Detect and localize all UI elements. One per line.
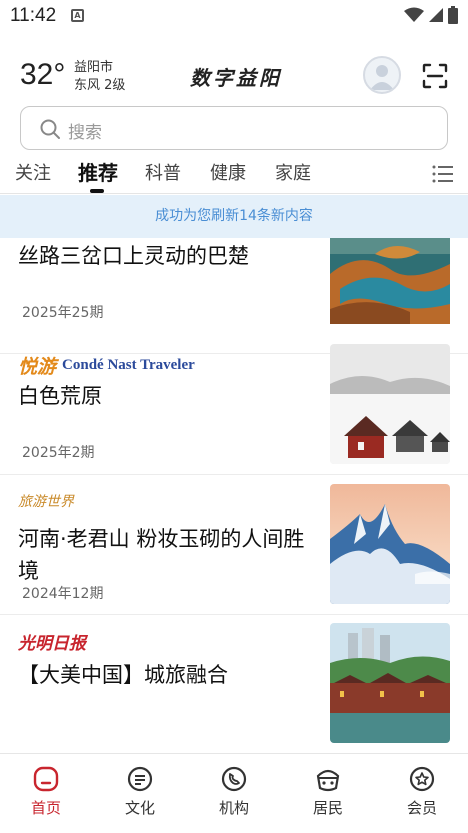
- notification-icon: A: [71, 9, 84, 22]
- system-icons: [404, 6, 458, 24]
- news-thumbnail: [330, 623, 450, 743]
- nav-home-label: 首页: [30, 799, 61, 817]
- status-time: 11:42: [10, 5, 57, 26]
- news-item[interactable]: 光明日报 【大美中国】城旅融合: [0, 615, 468, 753]
- app-logo: 数字益阳: [190, 66, 282, 90]
- news-feed: 丝路三岔口上灵动的巴楚 2025年25期 悦游 Condé Nast Trave…: [0, 238, 468, 753]
- scan-icon[interactable]: [422, 63, 448, 89]
- avatar-placeholder-icon: [370, 65, 394, 90]
- nav-culture-label: 文化: [124, 799, 155, 817]
- nav-member-label: 会员: [406, 799, 437, 817]
- temperature: 32°: [20, 58, 66, 91]
- tab-health[interactable]: 健康: [210, 159, 246, 185]
- news-title: 白色荒原: [18, 384, 102, 408]
- search-icon: [40, 119, 60, 139]
- search-bar[interactable]: 搜索: [20, 106, 448, 150]
- nav-home[interactable]: 首页: [16, 766, 76, 818]
- wind-info: 东风 2级: [74, 78, 126, 93]
- search-placeholder: 搜索: [68, 123, 102, 143]
- news-thumbnail: [330, 238, 450, 334]
- snow-mountain-image: [330, 484, 450, 604]
- signal-icon: [429, 8, 443, 22]
- tab-menu-icon[interactable]: [432, 164, 454, 184]
- bottom-navigation: 首页 文化 机构 居民 会员: [0, 753, 468, 833]
- nav-member[interactable]: 会员: [392, 766, 452, 818]
- news-item[interactable]: 悦游 Condé Nast Traveler 白色荒原 2025年2期: [0, 335, 468, 475]
- news-source-logo: 悦游 Condé Nast Traveler: [18, 352, 195, 379]
- nav-institution-label: 机构: [218, 799, 249, 817]
- news-title: 丝路三岔口上灵动的巴楚: [18, 244, 249, 268]
- snow-cabin-image: [330, 344, 450, 464]
- refresh-notice: 成功为您刷新14条新内容: [0, 195, 468, 238]
- wifi-icon: [404, 7, 424, 22]
- news-thumbnail: [330, 484, 450, 604]
- user-avatar[interactable]: [363, 56, 401, 94]
- tab-recommend[interactable]: 推荐: [78, 157, 118, 186]
- tab-follow[interactable]: 关注: [15, 159, 51, 185]
- source-cn-name: 悦游: [18, 356, 57, 378]
- tab-science[interactable]: 科普: [145, 159, 181, 185]
- nav-institution[interactable]: 机构: [204, 766, 264, 818]
- news-thumbnail: [330, 344, 450, 464]
- nav-culture[interactable]: 文化: [110, 766, 170, 818]
- institution-icon: [221, 766, 247, 792]
- news-issue: 2024年12期: [22, 586, 104, 602]
- app-header: 32° 益阳市 东风 2级 数字益阳: [0, 52, 468, 102]
- home-icon: [33, 766, 59, 792]
- news-item[interactable]: 旅游世界 河南·老君山 粉妆玉砌的人间胜境 2024年12期: [0, 475, 468, 615]
- news-title: 河南·老君山 粉妆玉砌的人间胜境: [18, 527, 305, 583]
- tabs-divider: [0, 193, 468, 194]
- news-issue: 2025年25期: [22, 305, 104, 321]
- city-name: 益阳市: [74, 60, 114, 75]
- nav-resident-label: 居民: [312, 799, 343, 817]
- category-tabs: 关注 推荐 科普 健康 家庭: [0, 156, 468, 193]
- news-issue: 2025年2期: [22, 445, 95, 461]
- news-title: 【大美中国】城旅融合: [18, 663, 228, 687]
- source-en-name: Condé Nast Traveler: [62, 357, 195, 373]
- member-icon: [409, 766, 435, 792]
- news-source-logo: 旅游世界: [18, 494, 74, 510]
- culture-icon: [127, 766, 153, 792]
- status-bar: 11:42 A: [0, 0, 468, 32]
- nav-resident[interactable]: 居民: [298, 766, 358, 818]
- news-source-logo: 光明日报: [18, 634, 86, 654]
- resident-icon: [316, 769, 340, 792]
- lake-island-image: [330, 238, 450, 324]
- tab-family[interactable]: 家庭: [275, 159, 311, 185]
- battery-icon: [448, 6, 458, 24]
- city-riverside-image: [330, 623, 450, 743]
- weather-info: 益阳市 东风 2级: [74, 59, 125, 95]
